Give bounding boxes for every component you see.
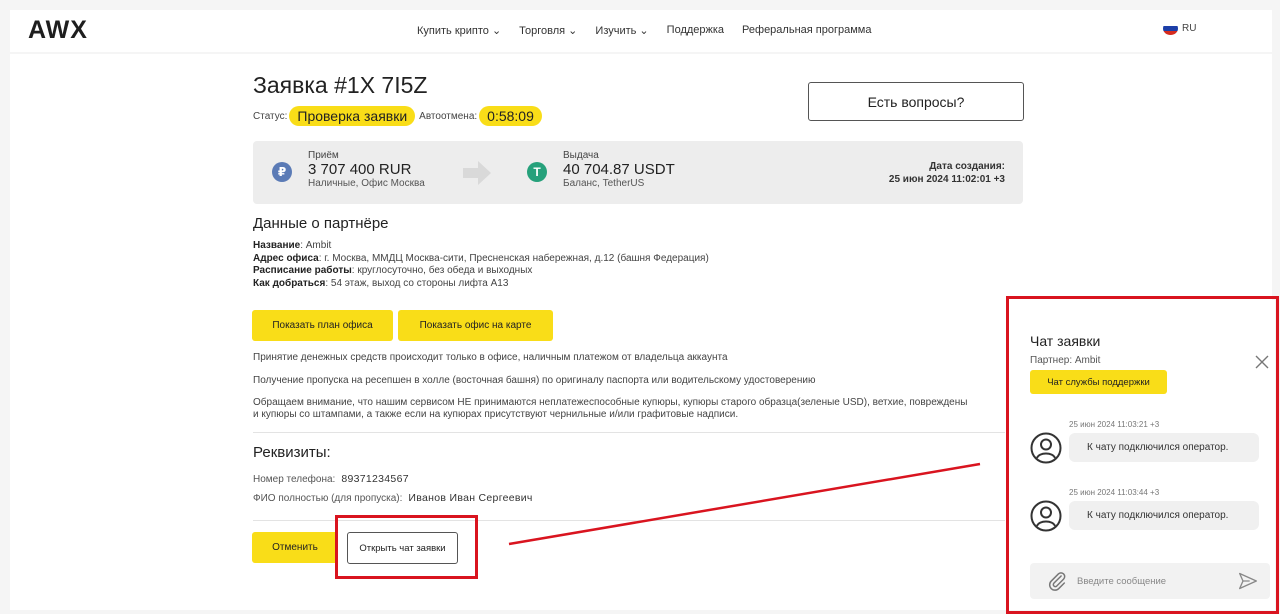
chat-title: Чат заявки bbox=[1030, 333, 1101, 349]
operator-avatar-icon bbox=[1030, 432, 1062, 464]
paperclip-icon[interactable] bbox=[1046, 570, 1068, 592]
close-icon[interactable] bbox=[1254, 354, 1270, 370]
send-icon[interactable] bbox=[1238, 571, 1258, 591]
support-chat-button[interactable]: Чат службы поддержки bbox=[1030, 370, 1167, 394]
chat-message: К чату подключился оператор. bbox=[1069, 501, 1259, 530]
chat-partner: Партнер: Ambit bbox=[1030, 355, 1101, 366]
chat-message: К чату подключился оператор. bbox=[1069, 433, 1259, 462]
chat-message-input[interactable] bbox=[1077, 572, 1227, 590]
operator-avatar-icon bbox=[1030, 500, 1062, 532]
message-time: 25 июн 2024 11:03:21 +3 bbox=[1069, 420, 1160, 429]
message-time: 25 июн 2024 11:03:44 +3 bbox=[1069, 488, 1160, 497]
